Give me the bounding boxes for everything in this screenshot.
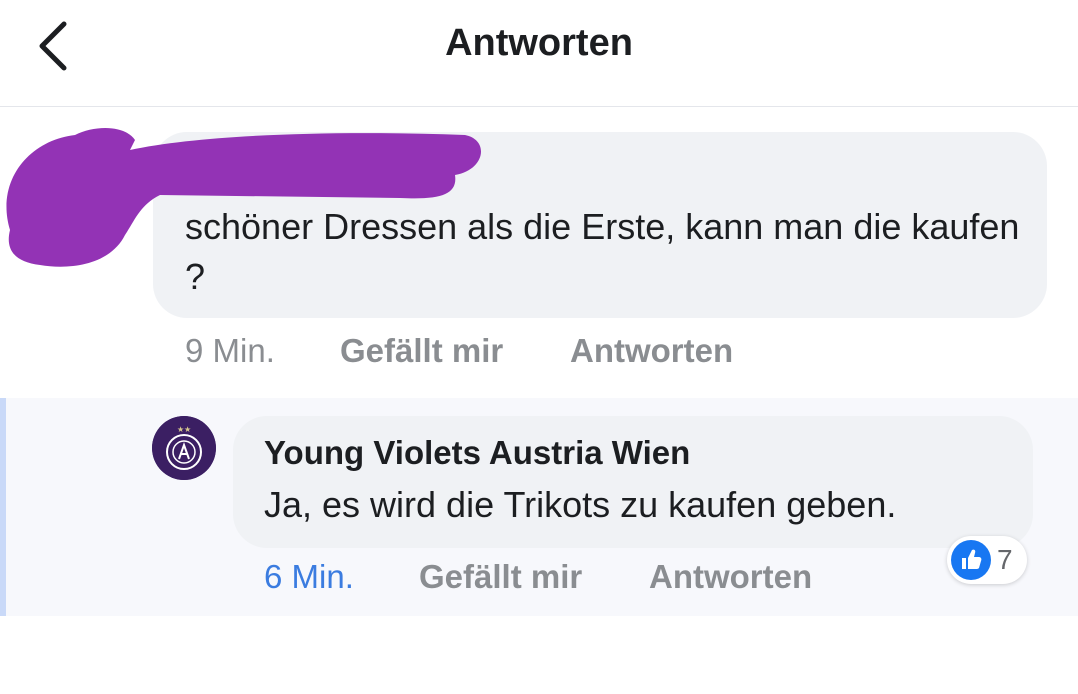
thumbs-up-icon [962,549,982,569]
comment-meta: 9 Min. [185,332,275,370]
top-bar: Antworten [0,0,1078,107]
reply-thread: ★ ★ Young Violets Austria Wien Ja, es wi… [0,398,1078,616]
reply-timestamp[interactable]: 6 Min. [264,558,354,596]
reaction-summary[interactable]: 7 [947,536,1027,584]
reply-bubble: Young Violets Austria Wien Ja, es wird d… [233,416,1033,548]
avatar[interactable]: ★ ★ [152,416,216,480]
club-crest-icon: ★ ★ [152,416,216,480]
reply-text: Ja, es wird die Trikots zu kaufen geben. [264,484,897,525]
comment-like-button[interactable]: Gefällt mir [340,332,503,370]
comment-text: schöner Dressen als die Erste, kann man … [185,206,1020,297]
reply-reply-button[interactable]: Antworten [649,558,812,596]
like-reaction-badge [951,540,991,580]
comment-reply-button[interactable]: Antworten [570,332,733,370]
reply-author-name[interactable]: Young Violets Austria Wien [264,434,690,472]
thread-indicator [0,398,6,616]
reply-like-button[interactable]: Gefällt mir [419,558,582,596]
reaction-count: 7 [997,544,1013,575]
comment-timestamp: 9 Min. [185,332,275,369]
svg-text:★: ★ [184,425,191,434]
page-title: Antworten [445,22,633,64]
comment-bubble: schöner Dressen als die Erste, kann man … [153,132,1047,318]
